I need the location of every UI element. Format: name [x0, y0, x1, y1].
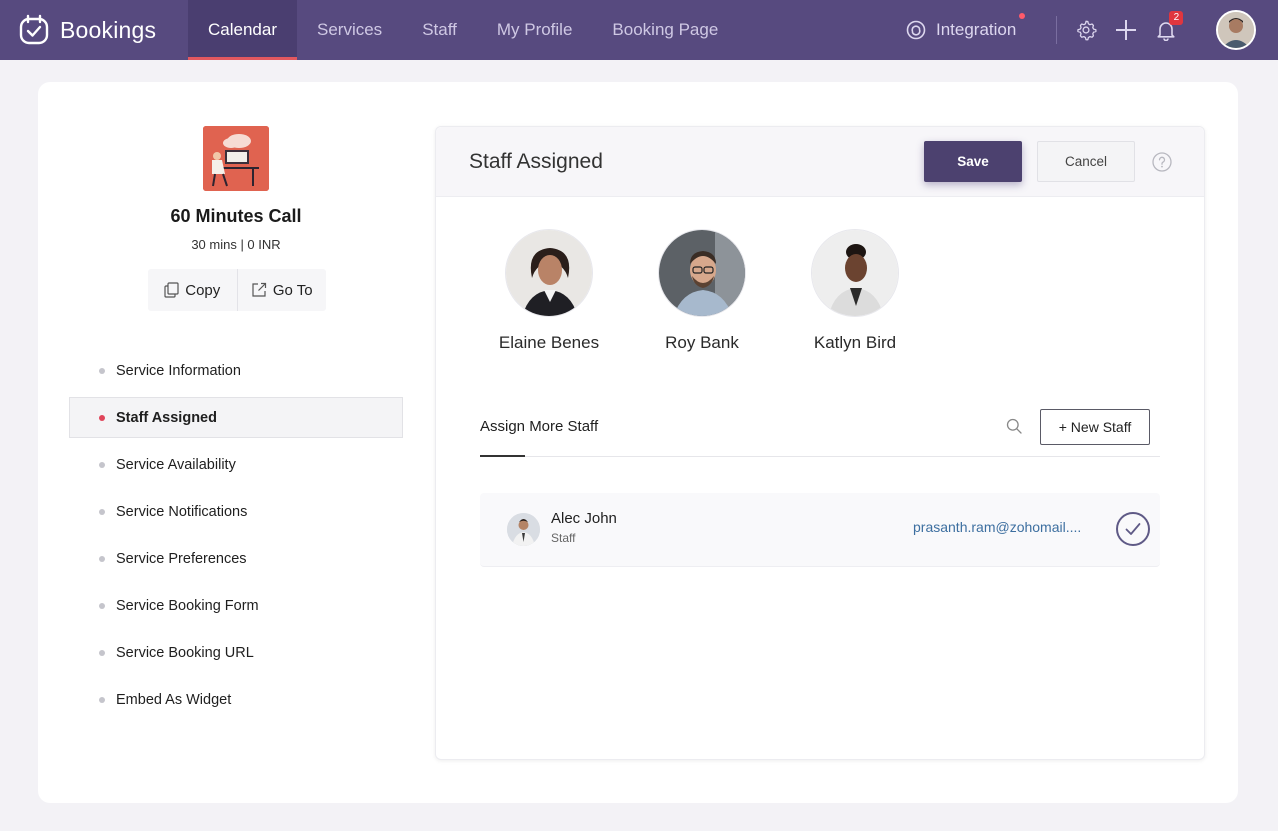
copy-button[interactable]: Copy	[148, 269, 237, 311]
save-button[interactable]: Save	[924, 141, 1022, 182]
menu-label: Service Notifications	[116, 503, 248, 520]
panel-header: Staff Assigned Save Cancel	[436, 127, 1204, 197]
brand[interactable]: Bookings	[0, 0, 188, 60]
nav-divider	[1056, 16, 1058, 44]
menu-bullet	[99, 414, 105, 421]
menu-item-service-notifications[interactable]: Service Notifications	[69, 491, 403, 532]
menu-label: Service Preferences	[116, 550, 247, 567]
menu-bullet	[99, 602, 105, 609]
menu-bullet	[99, 649, 105, 656]
staff-avatar	[811, 229, 899, 317]
integration-label: Integration	[936, 20, 1017, 39]
menu-item-service-availability[interactable]: Service Availability	[69, 444, 403, 485]
assigned-staff-card[interactable]: Elaine Benes	[479, 229, 619, 353]
copy-label: Copy	[185, 281, 221, 299]
new-staff-button[interactable]: + New Staff	[1040, 409, 1150, 445]
check-icon	[1125, 523, 1141, 535]
staff-row-avatar	[507, 513, 540, 546]
service-card: 60 Minutes Call 30 mins | 0 INR Copy Go …	[38, 82, 1238, 803]
service-menu: Service Information Staff Assigned Servi…	[69, 350, 403, 726]
staff-assigned-panel: Staff Assigned Save Cancel Elaine Benes …	[435, 126, 1205, 760]
integration-icon	[906, 20, 926, 40]
select-staff-checkbox[interactable]	[1116, 512, 1150, 546]
tab-calendar[interactable]: Calendar	[188, 0, 297, 60]
integration-link[interactable]: Integration	[905, 13, 1026, 41]
app-name: Bookings	[60, 16, 157, 43]
plus-icon[interactable]	[1115, 19, 1137, 41]
user-avatar[interactable]	[1216, 10, 1256, 50]
assign-more-title: Assign More Staff	[480, 418, 599, 435]
copy-icon	[164, 282, 179, 298]
menu-item-service-information[interactable]: Service Information	[69, 350, 403, 391]
menu-bullet	[99, 461, 105, 468]
menu-bullet	[99, 696, 105, 703]
menu-item-staff-assigned[interactable]: Staff Assigned	[69, 397, 403, 438]
nav-right: Integration 2	[905, 0, 1184, 60]
gear-icon[interactable]	[1075, 19, 1097, 41]
cancel-button[interactable]: Cancel	[1037, 141, 1135, 182]
tab-staff[interactable]: Staff	[402, 0, 477, 60]
staff-avatar	[658, 229, 746, 317]
service-actions: Copy Go To	[148, 269, 326, 311]
menu-bullet	[99, 508, 105, 515]
menu-item-service-preferences[interactable]: Service Preferences	[69, 538, 403, 579]
panel-title: Staff Assigned	[469, 150, 603, 173]
service-image	[203, 126, 269, 191]
assign-divider	[480, 456, 1160, 457]
menu-label: Service Booking Form	[116, 597, 259, 614]
staff-row-role: Staff	[551, 531, 576, 545]
menu-item-service-booking-url[interactable]: Service Booking URL	[69, 632, 403, 673]
staff-row-email[interactable]: prasanth.ram@zohomail....	[913, 519, 1081, 535]
menu-label: Service Information	[116, 362, 241, 379]
service-title: 60 Minutes Call	[170, 206, 302, 226]
search-icon[interactable]	[1006, 418, 1022, 439]
bookings-logo-icon	[19, 14, 49, 45]
tab-services[interactable]: Services	[297, 0, 402, 60]
goto-label: Go To	[272, 281, 313, 299]
staff-name: Roy Bank	[665, 333, 739, 352]
staff-row-name: Alec John	[551, 510, 617, 527]
goto-button[interactable]: Go To	[236, 269, 327, 311]
menu-label: Staff Assigned	[116, 409, 217, 426]
assigned-staff-card[interactable]: Katlyn Bird	[785, 229, 925, 353]
staff-name: Katlyn Bird	[813, 333, 897, 352]
menu-label: Embed As Widget	[116, 691, 232, 708]
tab-my-profile[interactable]: My Profile	[477, 0, 593, 60]
available-staff-row[interactable]: Alec John Staff prasanth.ram@zohomail...…	[480, 493, 1160, 567]
top-bar: Bookings Calendar Services Staff My Prof…	[0, 0, 1278, 60]
staff-name: Elaine Benes	[498, 333, 600, 352]
external-link-icon	[252, 282, 266, 297]
menu-item-service-booking-form[interactable]: Service Booking Form	[69, 585, 403, 626]
notification-badge: 2	[1169, 11, 1184, 25]
menu-item-embed-as-widget[interactable]: Embed As Widget	[69, 679, 403, 720]
menu-bullet	[99, 367, 105, 374]
menu-label: Service Booking URL	[116, 644, 254, 661]
tab-booking-page[interactable]: Booking Page	[592, 0, 738, 60]
user-avatar-image	[1218, 12, 1254, 48]
bell-icon[interactable]: 2	[1155, 11, 1184, 41]
staff-avatar	[505, 229, 593, 317]
help-icon[interactable]	[1152, 152, 1172, 177]
integration-dot	[1019, 13, 1026, 19]
assign-active-underline	[480, 455, 525, 457]
menu-bullet	[99, 555, 105, 562]
assigned-staff-card[interactable]: Roy Bank	[632, 229, 772, 353]
service-subtitle: 30 mins | 0 INR	[191, 237, 281, 252]
main-nav: Calendar Services Staff My Profile Booki…	[188, 0, 738, 60]
menu-label: Service Availability	[116, 456, 236, 473]
